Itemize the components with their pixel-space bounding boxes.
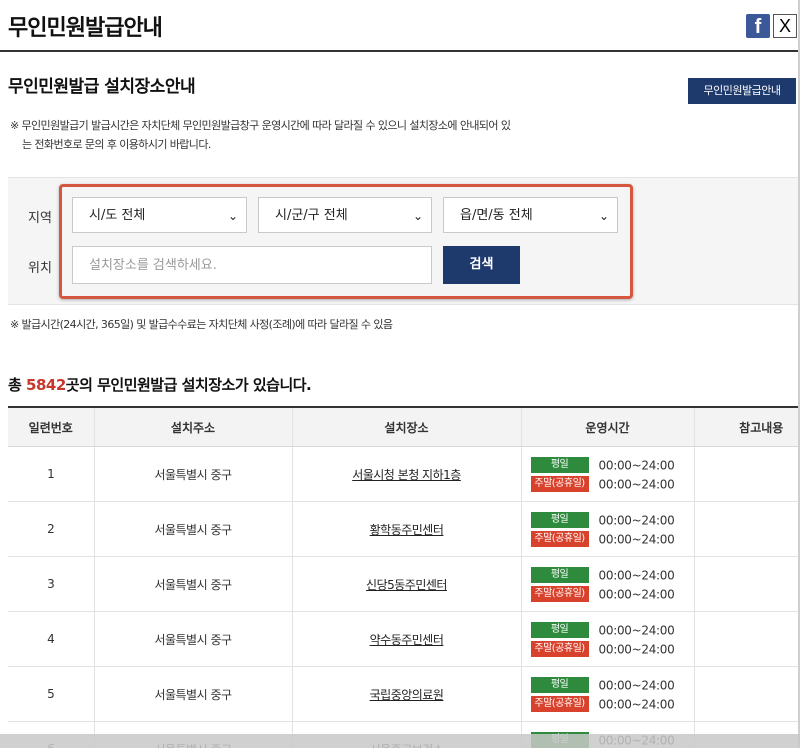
guide-button[interactable]: 무인민원발급안내 <box>688 78 796 104</box>
row-notes <box>693 611 800 667</box>
header-serial: 일련번호 <box>8 406 94 447</box>
weekday-badge: 평일 <box>530 567 589 583</box>
weekday-hours: 00:00~24:00 <box>598 623 675 637</box>
table-header-row: 일련번호 설치주소 설치장소 운영시간 참고내용 <box>8 406 800 447</box>
weekend-hours: 00:00~24:00 <box>598 532 675 546</box>
notice-text: ※ 무인민원발급기 발급시간은 자치단체 무인민원발급창구 운영시간에 따라 달… <box>10 116 610 154</box>
dong-select[interactable]: 읍/면/동 전체 ⌄ <box>443 197 618 233</box>
weekday-hours: 00:00~24:00 <box>598 678 675 692</box>
facebook-share-icon[interactable]: f <box>746 14 770 38</box>
weekend-badge: 주말(공휴일) <box>530 696 589 712</box>
place-link[interactable]: 서울시청 본청 지하1층 <box>352 468 461 482</box>
location-label: 위치 <box>28 261 52 276</box>
search-button[interactable]: 검색 <box>443 246 520 284</box>
weekend-hours: 00:00~24:00 <box>598 587 675 601</box>
chevron-down-icon: ⌄ <box>227 209 238 223</box>
row-hours: 평일 00:00~24:00 주말(공휴일) 00:00~24:00 <box>520 446 694 502</box>
weekday-badge: 평일 <box>530 677 589 693</box>
table-row: 4 서울특별시 중구 약수동주민센터 평일 00:00~24:00 주말(공휴일) 00:0… <box>8 611 800 667</box>
sigungu-select[interactable]: 시/군/구 전체 ⌄ <box>258 197 432 233</box>
row-serial: 4 <box>8 611 94 667</box>
row-hours: 평일 00:00~24:00 주말(공휴일) 00:00~24:00 <box>520 666 694 722</box>
weekday-hours: 00:00~24:00 <box>598 458 675 472</box>
place-link[interactable]: 신당5동주민센터 <box>366 578 447 592</box>
row-place: 황학동주민센터 <box>291 501 521 557</box>
row-notes <box>693 666 800 722</box>
chevron-down-icon: ⌄ <box>412 209 423 223</box>
notice-line-2: 는 전화번호로 문의 후 이용하시기 바랍니다. <box>22 138 211 151</box>
row-hours: 평일 00:00~24:00 주말(공휴일) 00:00~24:00 <box>520 501 694 557</box>
row-address: 서울특별시 중구 <box>93 611 292 667</box>
result-count: 5842 <box>26 376 66 394</box>
table-body: 1 서울특별시 중구 서울시청 본청 지하1층 평일 00:00~24:00 주말(공휴일… <box>8 446 800 748</box>
table-row: 5 서울특별시 중구 국립중앙의료원 평일 00:00~24:00 주말(공휴일) 00:0… <box>8 666 800 722</box>
row-serial: 5 <box>8 666 94 722</box>
summary-suffix: 곳의 무인민원발급 설치장소가 있습니다. <box>65 376 312 394</box>
row-place: 국립중앙의료원 <box>291 666 521 722</box>
row-place: 약수동주민센터 <box>291 611 521 667</box>
region-label: 지역 <box>28 211 52 226</box>
header-address: 설치주소 <box>93 406 292 447</box>
header-place: 설치장소 <box>291 406 521 447</box>
sido-select[interactable]: 시/도 전체 ⌄ <box>72 197 247 233</box>
header-notes: 참고내용 <box>693 406 800 447</box>
weekday-hours: 00:00~24:00 <box>598 568 675 582</box>
weekend-badge: 주말(공휴일) <box>530 586 589 602</box>
row-hours: 평일 00:00~24:00 주말(공휴일) 00:00~24:00 <box>520 611 694 667</box>
place-link[interactable]: 국립중앙의료원 <box>370 688 444 702</box>
header-hours: 운영시간 <box>520 406 694 447</box>
weekday-badge: 평일 <box>530 512 589 528</box>
section-title: 무인민원발급 설치장소안내 <box>8 77 196 97</box>
summary-prefix: 총 <box>8 376 27 394</box>
chevron-down-icon: ⌄ <box>598 209 609 223</box>
weekday-badge: 평일 <box>530 622 589 638</box>
fee-notice: ※ 발급시간(24시간, 365일) 및 발급수수료는 자치단체 사정(조례)에… <box>10 318 393 331</box>
row-hours: 평일 00:00~24:00 주말(공휴일) 00:00~24:00 <box>520 556 694 612</box>
table-row: 3 서울특별시 중구 신당5동주민센터 평일 00:00~24:00 주말(공휴일) 00:… <box>8 556 800 612</box>
popup-window: 무인민원발급안내 f X 무인민원발급 설치장소안내 무인민원발급안내 ※ 무인… <box>0 0 800 748</box>
place-link[interactable]: 약수동주민센터 <box>370 633 444 647</box>
dong-select-value: 읍/면/동 전체 <box>460 208 533 223</box>
weekend-badge: 주말(공휴일) <box>530 531 589 547</box>
result-summary: 총 5842곳의 무인민원발급 설치장소가 있습니다. <box>8 374 312 395</box>
sido-select-value: 시/도 전체 <box>89 208 146 223</box>
row-notes <box>693 556 800 612</box>
row-serial: 2 <box>8 501 94 557</box>
weekend-hours: 00:00~24:00 <box>598 697 675 711</box>
row-address: 서울특별시 중구 <box>93 556 292 612</box>
weekday-hours: 00:00~24:00 <box>598 513 675 527</box>
row-notes <box>693 446 800 502</box>
row-address: 서울특별시 중구 <box>93 666 292 722</box>
location-table: 일련번호 설치주소 설치장소 운영시간 참고내용 1 서울특별시 중구 서울시청 본… <box>8 406 800 748</box>
search-input[interactable]: 설치장소를 검색하세요. <box>72 246 432 284</box>
row-place: 서울시청 본청 지하1층 <box>291 446 521 502</box>
weekday-badge: 평일 <box>530 457 589 473</box>
notice-line-1: ※ 무인민원발급기 발급시간은 자치단체 무인민원발급창구 운영시간에 따라 달… <box>10 119 511 132</box>
place-link[interactable]: 황학동주민센터 <box>370 523 444 537</box>
x-share-icon[interactable]: X <box>773 14 797 38</box>
row-notes <box>693 501 800 557</box>
header-bar: 무인민원발급안내 f X <box>0 0 800 52</box>
row-serial: 1 <box>8 446 94 502</box>
row-serial: 3 <box>8 556 94 612</box>
row-place: 신당5동주민센터 <box>291 556 521 612</box>
scroll-fade <box>0 734 800 748</box>
table-row: 2 서울특별시 중구 황학동주민센터 평일 00:00~24:00 주말(공휴일) 00:0… <box>8 501 800 557</box>
page-title: 무인민원발급안내 <box>8 16 163 41</box>
weekend-badge: 주말(공휴일) <box>530 476 589 492</box>
weekend-hours: 00:00~24:00 <box>598 642 675 656</box>
table-row: 1 서울특별시 중구 서울시청 본청 지하1층 평일 00:00~24:00 주말(공휴일… <box>8 446 800 502</box>
weekend-badge: 주말(공휴일) <box>530 641 589 657</box>
row-address: 서울특별시 중구 <box>93 446 292 502</box>
weekend-hours: 00:00~24:00 <box>598 477 675 491</box>
row-address: 서울특별시 중구 <box>93 501 292 557</box>
sigungu-select-value: 시/군/구 전체 <box>275 208 348 223</box>
